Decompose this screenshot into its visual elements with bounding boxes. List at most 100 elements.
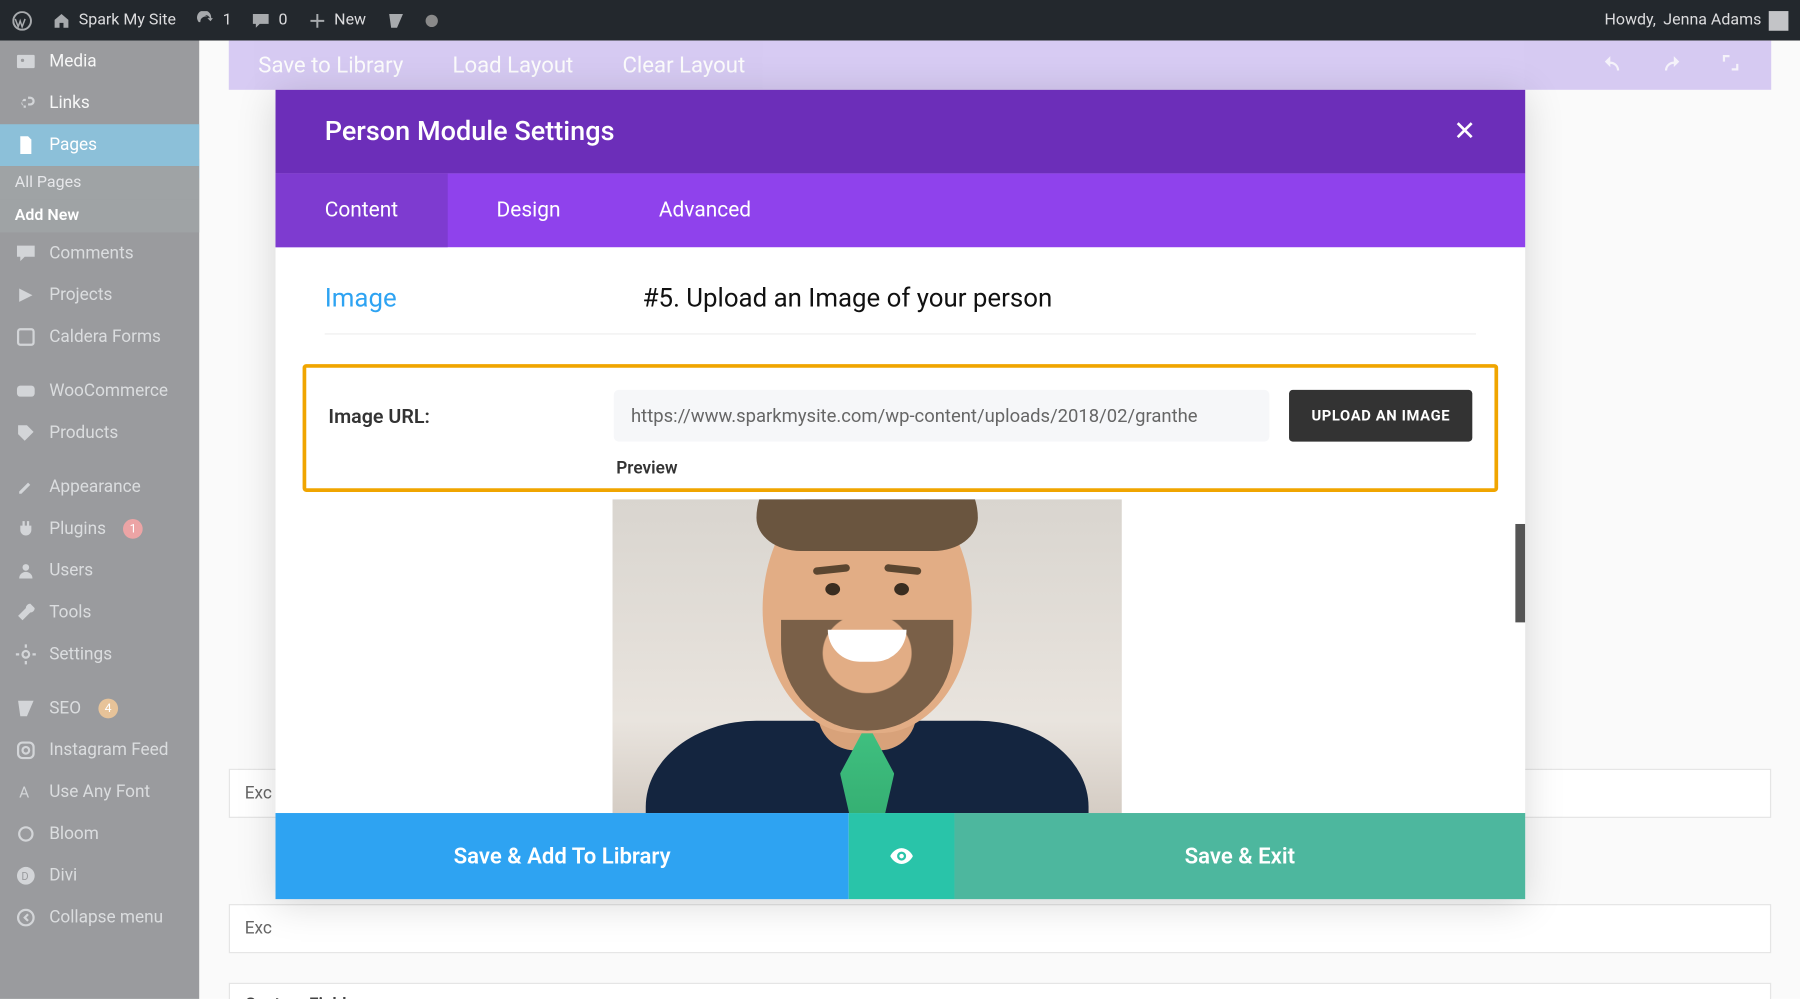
new-content-link[interactable]: New — [307, 10, 366, 30]
comments-count: 0 — [278, 11, 287, 29]
site-home-link[interactable]: Spark My Site — [52, 10, 176, 30]
admin-sidebar: Media Links Pages All Pages Add New Comm… — [0, 41, 199, 999]
howdy-user[interactable]: Howdy, Jenna Adams — [1604, 10, 1788, 30]
sidebar-item-label: Comments — [49, 244, 133, 264]
yoast-icon[interactable] — [386, 10, 406, 30]
sidebar-item-label: Tools — [49, 603, 91, 623]
sidebar-item-pages[interactable]: Pages — [0, 124, 199, 166]
wp-admin-bar: Spark My Site 1 0 New Howdy, Jenna Adams — [0, 0, 1800, 41]
eye-icon — [888, 843, 915, 870]
sidebar-item-label: Instagram Feed — [49, 740, 168, 760]
site-name: Spark My Site — [79, 11, 176, 29]
sidebar-item-label: Settings — [49, 645, 112, 665]
modal-body: Image #5. Upload an Image of your person… — [276, 247, 1526, 813]
sidebar-item-comments[interactable]: Comments — [0, 232, 199, 274]
updates-count: 1 — [223, 11, 232, 29]
redo-icon[interactable] — [1661, 51, 1683, 79]
modal-title: Person Module Settings — [325, 116, 615, 147]
sidebar-item-plugins[interactable]: Plugins 1 — [0, 508, 199, 550]
image-url-input[interactable] — [614, 390, 1270, 442]
sidebar-item-collapse[interactable]: Collapse menu — [0, 897, 199, 939]
wp-logo-icon[interactable] — [12, 10, 32, 30]
sidebar-item-users[interactable]: Users — [0, 550, 199, 592]
modal-scrollbar[interactable] — [1515, 524, 1525, 622]
preview-label: Preview — [616, 459, 1472, 479]
svg-text:D: D — [21, 870, 28, 883]
tab-design[interactable]: Design — [447, 173, 609, 247]
preview-eye-button[interactable] — [849, 813, 955, 899]
button-label: Save & Add To Library — [454, 843, 671, 869]
tab-content[interactable]: Content — [276, 173, 448, 247]
sidebar-item-label: Use Any Font — [49, 782, 150, 802]
tab-label: Design — [497, 198, 561, 223]
updates-link[interactable]: 1 — [196, 10, 232, 30]
sidebar-item-label: Caldera Forms — [49, 327, 161, 347]
image-url-label: Image URL: — [328, 404, 594, 427]
sidebar-item-settings[interactable]: Settings — [0, 633, 199, 675]
sidebar-item-label: Projects — [49, 285, 112, 305]
panel-label: Exc — [245, 919, 272, 939]
toolbar-load-layout[interactable]: Load Layout — [453, 52, 574, 78]
sidebar-item-label: WooCommerce — [49, 381, 168, 401]
section-link-image[interactable]: Image — [325, 284, 397, 314]
builder-toolbar: Save to Library Load Layout Clear Layout — [229, 41, 1771, 90]
tab-label: Advanced — [659, 198, 751, 223]
tab-label: Content — [325, 198, 398, 223]
wp-admin-bar-left: Spark My Site 1 0 New — [12, 10, 437, 30]
sidebar-item-projects[interactable]: Projects — [0, 274, 199, 316]
history-icon[interactable] — [1720, 51, 1742, 79]
sidebar-item-divi[interactable]: D Divi — [0, 855, 199, 897]
toolbar-save-library[interactable]: Save to Library — [258, 52, 403, 78]
sidebar-sub-label: Add New — [15, 207, 79, 225]
save-exit-button[interactable]: Save & Exit — [954, 813, 1525, 899]
sidebar-item-label: Plugins — [49, 519, 106, 539]
avatar — [1769, 10, 1789, 30]
sidebar-item-label: SEO — [49, 699, 81, 719]
sidebar-item-caldera[interactable]: Caldera Forms — [0, 316, 199, 358]
panel-label: Custom Fields — [245, 995, 356, 999]
sidebar-item-links[interactable]: Links — [0, 82, 199, 124]
modal-footer: Save & Add To Library Save & Exit — [276, 813, 1526, 899]
modal-tabs: Content Design Advanced — [276, 173, 1526, 247]
howdy-prefix: Howdy, — [1604, 11, 1655, 29]
howdy-name: Jenna Adams — [1663, 11, 1761, 29]
sidebar-item-label: Pages — [49, 135, 97, 155]
sidebar-item-media[interactable]: Media — [0, 41, 199, 83]
toolbar-clear-layout[interactable]: Clear Layout — [622, 52, 745, 78]
tab-advanced[interactable]: Advanced — [610, 173, 801, 247]
sidebar-item-label: Appearance — [49, 477, 141, 497]
panel-custom-fields[interactable]: Custom Fields — [229, 983, 1771, 999]
sidebar-item-label: Users — [49, 561, 93, 581]
close-icon[interactable]: ✕ — [1453, 116, 1476, 147]
sidebar-item-instagram[interactable]: Instagram Feed — [0, 729, 199, 771]
sidebar-item-label: Bloom — [49, 824, 99, 844]
sidebar-sub-all-pages[interactable]: All Pages — [0, 166, 199, 199]
comments-link[interactable]: 0 — [251, 10, 287, 30]
module-settings-modal: Person Module Settings ✕ Content Design … — [276, 90, 1526, 899]
sidebar-item-label: Divi — [49, 866, 77, 886]
sidebar-item-label: Collapse menu — [49, 908, 163, 928]
sidebar-item-seo[interactable]: SEO 4 — [0, 688, 199, 730]
sidebar-item-label: Media — [49, 52, 96, 72]
image-url-row: Image URL: UPLOAD AN IMAGE — [328, 390, 1472, 442]
plugins-badge: 1 — [123, 519, 143, 539]
seo-badge: 4 — [98, 699, 118, 719]
sidebar-item-bloom[interactable]: Bloom — [0, 813, 199, 855]
section-header: Image #5. Upload an Image of your person — [325, 284, 1476, 334]
button-label: Save & Exit — [1185, 843, 1295, 869]
sidebar-sub-add-new[interactable]: Add New — [0, 199, 199, 232]
undo-icon[interactable] — [1601, 51, 1623, 79]
panel-label: Exc — [245, 784, 272, 804]
upload-image-button[interactable]: UPLOAD AN IMAGE — [1289, 390, 1472, 442]
sidebar-item-products[interactable]: Products — [0, 412, 199, 454]
save-add-library-button[interactable]: Save & Add To Library — [276, 813, 849, 899]
sidebar-item-appearance[interactable]: Appearance — [0, 466, 199, 508]
sidebar-item-woocommerce[interactable]: WooCommerce — [0, 370, 199, 412]
app-root: Spark My Site 1 0 New Howdy, Jenna Adams — [0, 0, 1800, 999]
highlight-box: Image URL: UPLOAD AN IMAGE Preview — [303, 364, 1499, 492]
sidebar-item-label: Products — [49, 423, 118, 443]
sidebar-item-use-any-font[interactable]: A Use Any Font — [0, 771, 199, 813]
status-dot-icon — [425, 14, 437, 26]
sidebar-item-tools[interactable]: Tools — [0, 592, 199, 634]
svg-text:A: A — [19, 784, 29, 802]
